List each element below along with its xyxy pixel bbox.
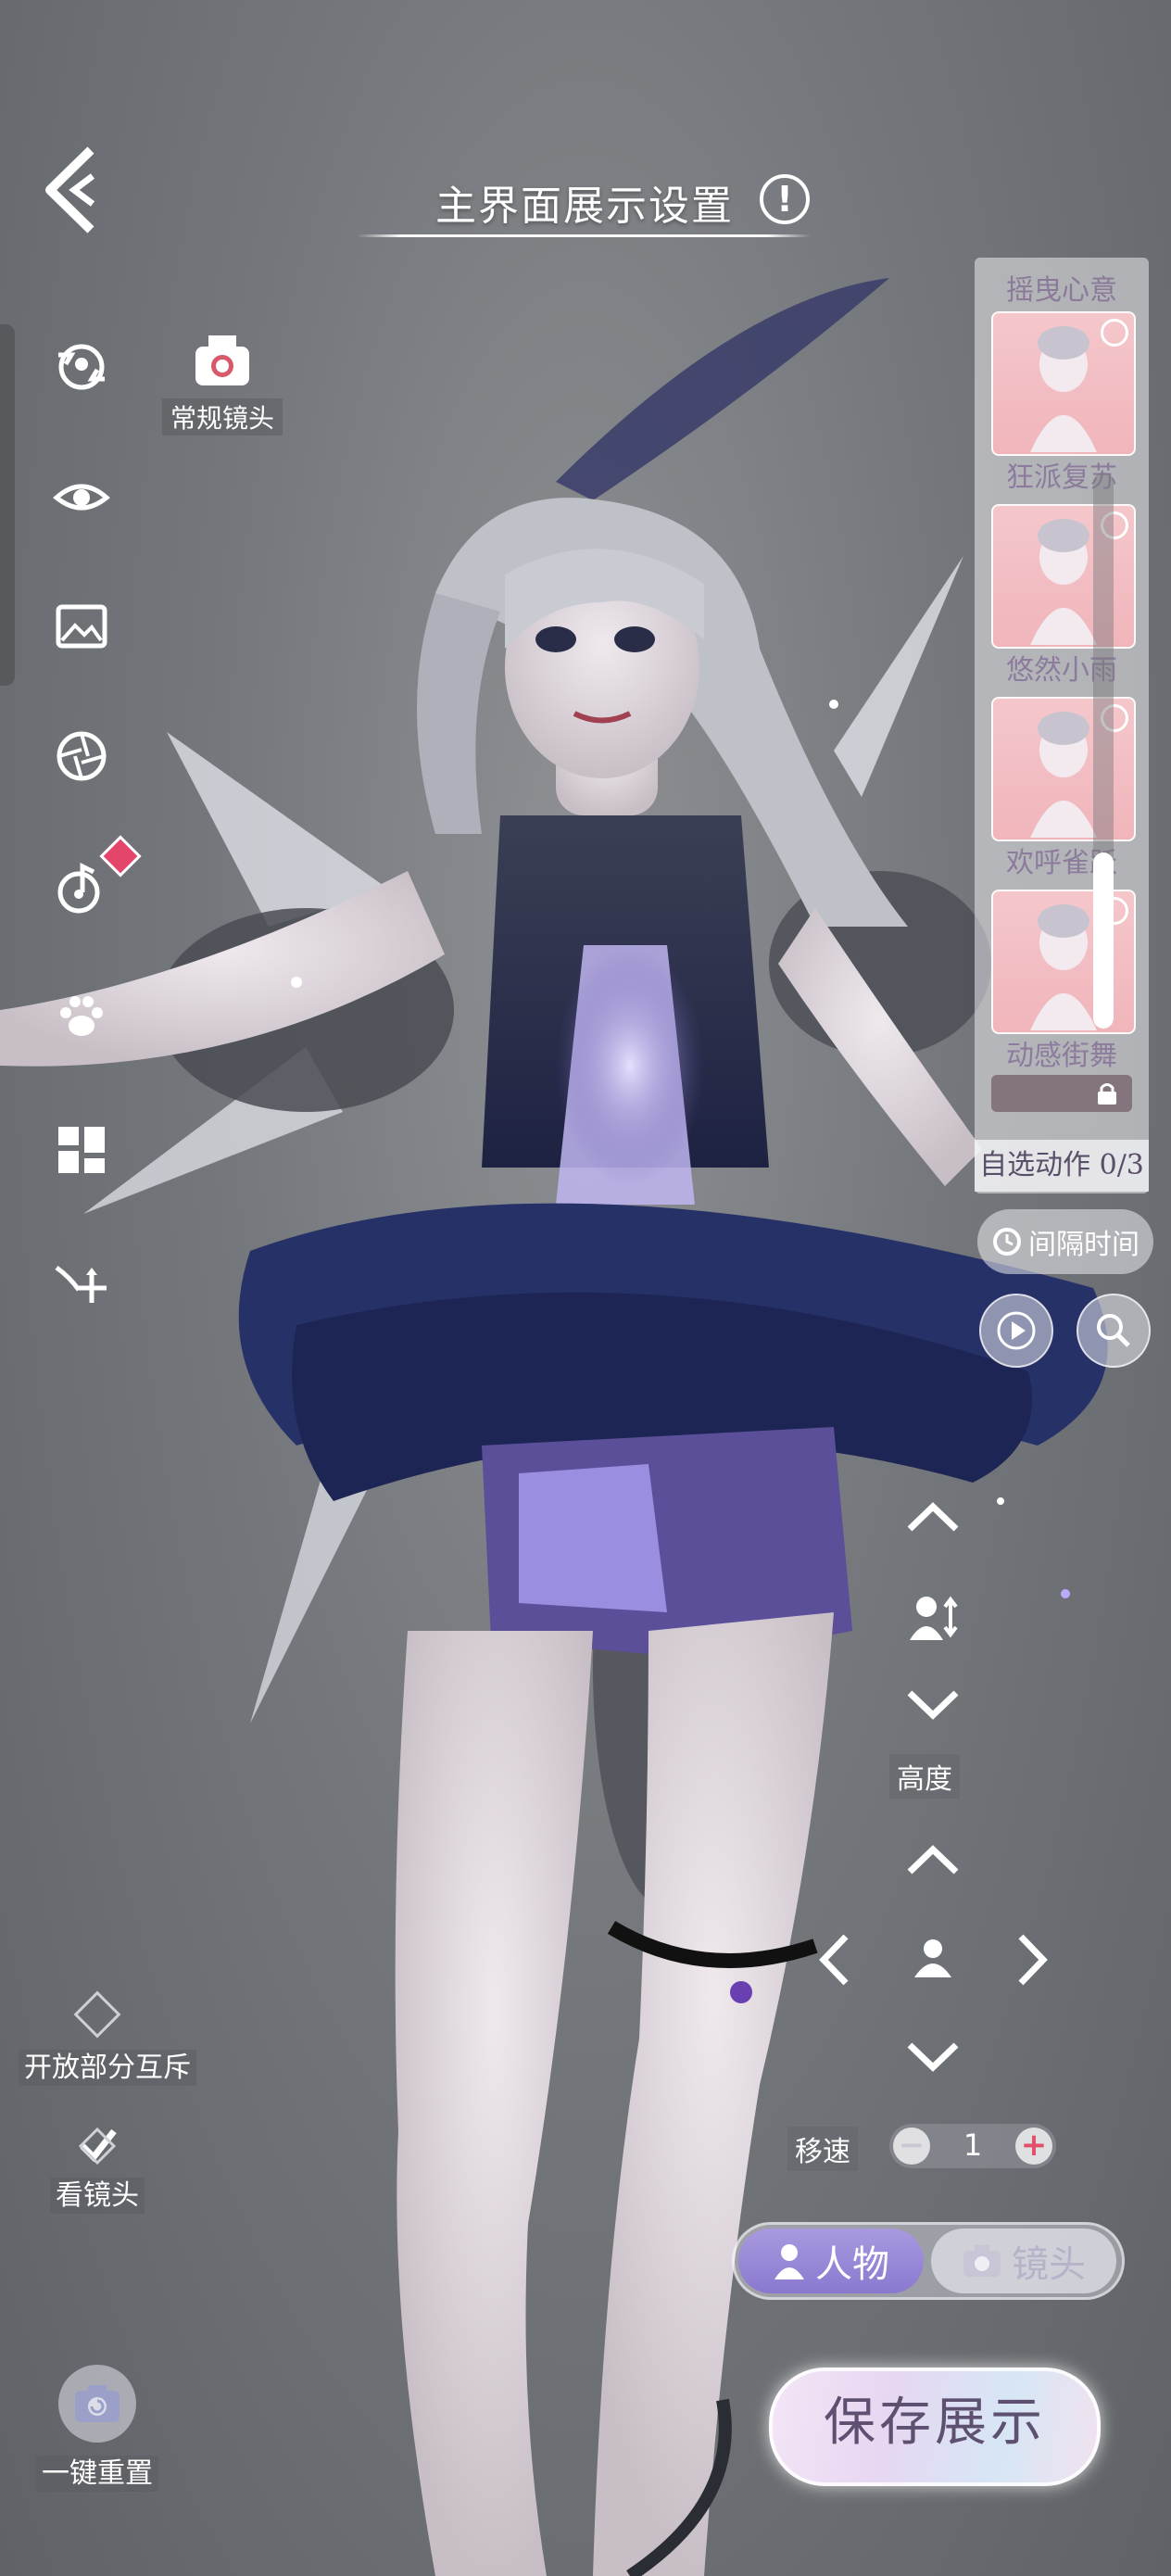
person-icon [774, 2244, 804, 2279]
camera-mode-label: 常规镜头 [162, 398, 283, 436]
speed-minus-button[interactable]: − [893, 2128, 930, 2165]
reset-camera-icon [58, 2365, 136, 2443]
person-height-icon [910, 1596, 958, 1640]
move-down-arrow-icon[interactable] [900, 2034, 965, 2080]
action-card[interactable] [991, 697, 1136, 841]
layout-icon[interactable] [48, 1117, 115, 1183]
action-label: 欢呼雀跃 [1006, 847, 1117, 879]
interval-time-button[interactable]: 间隔时间 [977, 1209, 1153, 1274]
move-speed-stepper: − 1 + [889, 2124, 1056, 2168]
back-button[interactable] [37, 139, 111, 241]
speed-value: 1 [963, 2128, 983, 2163]
height-label: 高度 [889, 1754, 960, 1799]
action-panel: 摇曳心意 狂派复苏 悠然小雨 欢呼雀跃 动感街舞 [975, 258, 1149, 1193]
camera-icon [195, 335, 249, 385]
back-arrow-icon [45, 146, 95, 234]
info-icon[interactable]: ! [760, 174, 810, 224]
action-select-radio[interactable] [1101, 319, 1128, 347]
reset-button[interactable]: 一键重置 [28, 2365, 167, 2492]
mode-toggle: 人物 镜头 [732, 2222, 1125, 2300]
checkmark-icon [78, 2127, 117, 2166]
tab-camera-label: 镜头 [1012, 2243, 1086, 2286]
page-title: 主界面展示设置 [435, 183, 734, 230]
look-camera-toggle[interactable]: 看镜头 [28, 2122, 167, 2214]
aperture-icon[interactable] [48, 723, 115, 789]
move-icon[interactable] [48, 1246, 115, 1313]
game-scene: 主界面展示设置 ! 常规镜头 摇曳心意 狂派复苏 悠然小雨 欢呼雀跃 动感街舞 … [0, 0, 1171, 2576]
eye-icon[interactable] [48, 463, 115, 530]
rotate-icon[interactable] [48, 334, 115, 400]
clock-icon [993, 1228, 1021, 1256]
speed-plus-button[interactable]: + [1015, 2128, 1052, 2165]
self-select-actions[interactable]: 自选动作 0/3 [975, 1140, 1149, 1192]
person-icon [914, 1939, 951, 1977]
tab-camera[interactable]: 镜头 [931, 2229, 1116, 2293]
move-speed-label: 移速 [787, 2127, 858, 2171]
move-left-arrow-icon[interactable] [811, 1927, 857, 1992]
tab-person-label: 人物 [815, 2243, 889, 2286]
action-panel-title: 摇曳心意 [1006, 274, 1117, 307]
lock-icon [1098, 1083, 1116, 1105]
save-display-button[interactable]: 保存展示 [769, 2368, 1101, 2486]
move-right-arrow-icon[interactable] [1010, 1927, 1056, 1992]
play-icon [997, 1311, 1036, 1350]
action-label: 狂派复苏 [1006, 461, 1117, 494]
zoom-button[interactable] [1077, 1294, 1151, 1368]
paw-icon[interactable] [48, 982, 115, 1049]
tab-person[interactable]: 人物 [738, 2229, 924, 2293]
play-button[interactable] [979, 1294, 1053, 1368]
title-divider [357, 234, 811, 237]
partial-interact-label: 开放部分互斥 [19, 2050, 196, 2086]
image-icon[interactable] [48, 593, 115, 660]
move-up-arrow-icon[interactable] [900, 1837, 965, 1883]
action-label: 动感街舞 [1006, 1040, 1117, 1072]
action-card[interactable] [991, 311, 1136, 456]
magnifier-icon [1097, 1314, 1130, 1347]
camera-mode-button[interactable]: 常规镜头 [162, 334, 283, 436]
action-card[interactable] [991, 504, 1136, 649]
height-up-arrow-icon[interactable] [900, 1494, 965, 1540]
left-panel-handle[interactable] [0, 324, 15, 686]
action-scrollbar-thumb[interactable] [1093, 852, 1114, 1029]
partial-interact-toggle[interactable]: 开放部分互斥 [19, 1990, 196, 2086]
reset-label: 一键重置 [36, 2456, 158, 2492]
diamond-icon [73, 1990, 121, 2039]
action-card[interactable] [991, 890, 1136, 1034]
action-label: 悠然小雨 [1006, 654, 1117, 687]
locked-action-card[interactable] [991, 1075, 1132, 1112]
action-scrollbar[interactable] [1093, 473, 1114, 1029]
interval-time-label: 间隔时间 [1028, 1229, 1140, 1261]
look-camera-label: 看镜头 [50, 2178, 145, 2214]
height-down-arrow-icon[interactable] [900, 1682, 965, 1728]
camera-icon [963, 2245, 1001, 2277]
